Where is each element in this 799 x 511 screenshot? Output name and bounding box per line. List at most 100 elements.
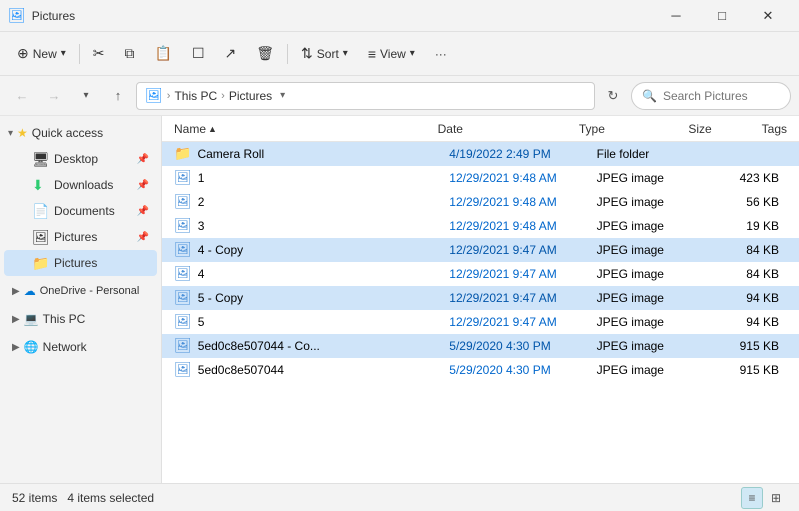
path-pictures: Pictures bbox=[229, 89, 272, 103]
file-size-cell: 56 KB bbox=[707, 195, 783, 209]
col-header-tags[interactable]: Tags bbox=[758, 122, 791, 136]
toolbar: ⊕ New ▾ ✂ ⧉ 📋 ☐ ↗ 🗑 ⇅ Sort ▾ ≡ View ▾ ··… bbox=[0, 32, 799, 76]
file-name-text: Camera Roll bbox=[197, 147, 264, 161]
quick-access-section: ▾ ★ Quick access 🖥 Desktop 📌 ⬇ Downloads… bbox=[0, 120, 161, 276]
search-input[interactable] bbox=[663, 89, 799, 103]
refresh-button[interactable]: ↻ bbox=[599, 82, 627, 110]
file-name-text: 5 bbox=[198, 315, 205, 329]
column-headers: Name ▲ Date Type Size Tags bbox=[162, 116, 799, 142]
documents-icon: 📄 bbox=[32, 203, 48, 220]
network-label: Network bbox=[43, 340, 87, 354]
table-row[interactable]: 🖼 5ed0c8e507044 - Co... 5/29/2020 4:30 P… bbox=[162, 334, 799, 358]
address-path[interactable]: 🖼 › This PC › Pictures ▾ bbox=[136, 82, 595, 110]
file-icon: 🖼 bbox=[174, 313, 192, 330]
address-bar: ← → ▾ ↑ 🖼 › This PC › Pictures ▾ ↻ 🔍 bbox=[0, 76, 799, 116]
cut-button[interactable]: ✂ bbox=[84, 38, 114, 70]
table-row[interactable]: 🖼 4 12/29/2021 9:47 AM JPEG image 84 KB bbox=[162, 262, 799, 286]
sidebar: ▾ ★ Quick access 🖥 Desktop 📌 ⬇ Downloads… bbox=[0, 116, 162, 483]
quick-access-star-icon: ★ bbox=[17, 126, 28, 140]
new-label: New bbox=[33, 47, 57, 61]
network-icon: 🌐 bbox=[24, 340, 39, 354]
file-name-text: 5ed0c8e507044 bbox=[198, 363, 284, 377]
col-type-label: Type bbox=[579, 122, 605, 136]
file-name-cell: 🖼 5ed0c8e507044 bbox=[170, 361, 445, 378]
file-date-cell: 12/29/2021 9:47 AM bbox=[445, 291, 592, 305]
path-folder-icon: 🖼 bbox=[145, 87, 163, 104]
back-button[interactable]: ← bbox=[8, 82, 36, 110]
share-button[interactable]: ↗ bbox=[216, 38, 246, 70]
title-bar: 🖼 Pictures ─ □ ✕ bbox=[0, 0, 799, 32]
sort-button[interactable]: ⇅ Sort ▾ bbox=[292, 38, 357, 70]
table-row[interactable]: 🖼 5ed0c8e507044 5/29/2020 4:30 PM JPEG i… bbox=[162, 358, 799, 382]
file-size-cell: 915 KB bbox=[707, 363, 783, 377]
minimize-button[interactable]: ─ bbox=[653, 0, 699, 32]
downloads-label: Downloads bbox=[54, 178, 131, 192]
col-header-type[interactable]: Type bbox=[575, 122, 685, 136]
file-list: Name ▲ Date Type Size Tags 📁 Camera Roll… bbox=[162, 116, 799, 483]
paste-button[interactable]: 📋 bbox=[146, 38, 181, 70]
delete-button[interactable]: 🗑 bbox=[247, 38, 283, 70]
quick-access-header[interactable]: ▾ ★ Quick access bbox=[0, 120, 161, 146]
table-row[interactable]: 🖼 5 12/29/2021 9:47 AM JPEG image 94 KB bbox=[162, 310, 799, 334]
file-date-cell: 12/29/2021 9:48 AM bbox=[445, 171, 592, 185]
network-header[interactable]: ▶ 🌐 Network bbox=[0, 334, 161, 360]
file-name-cell: 🖼 4 - Copy bbox=[170, 241, 445, 258]
view-chevron-icon: ▾ bbox=[410, 48, 415, 59]
file-name-text: 4 bbox=[198, 267, 205, 281]
sort-icon: ⇅ bbox=[301, 45, 313, 62]
up-button[interactable]: ↑ bbox=[104, 82, 132, 110]
col-header-size[interactable]: Size bbox=[684, 122, 757, 136]
table-row[interactable]: 📁 Camera Roll 4/19/2022 2:49 PM File fol… bbox=[162, 142, 799, 166]
file-icon: 🖼 bbox=[174, 337, 192, 354]
sidebar-item-desktop[interactable]: 🖥 Desktop 📌 bbox=[4, 146, 157, 172]
col-tags-label: Tags bbox=[762, 122, 787, 136]
tiles-view-button[interactable]: ⊞ bbox=[765, 487, 787, 509]
downloads-icon: ⬇ bbox=[32, 177, 48, 194]
file-type-cell: JPEG image bbox=[593, 267, 707, 281]
sidebar-item-documents[interactable]: 📄 Documents 📌 bbox=[4, 198, 157, 224]
toolbar-separator-1 bbox=[79, 44, 80, 64]
desktop-pin-icon: 📌 bbox=[137, 154, 149, 165]
table-row[interactable]: 🖼 2 12/29/2021 9:48 AM JPEG image 56 KB bbox=[162, 190, 799, 214]
forward-button[interactable]: → bbox=[40, 82, 68, 110]
maximize-button[interactable]: □ bbox=[699, 0, 745, 32]
window-controls: ─ □ ✕ bbox=[653, 0, 791, 32]
col-header-name[interactable]: Name ▲ bbox=[170, 122, 434, 136]
table-row[interactable]: 🖼 5 - Copy 12/29/2021 9:47 AM JPEG image… bbox=[162, 286, 799, 310]
onedrive-section: ▶ ☁ OneDrive - Personal bbox=[0, 278, 161, 304]
pictures1-label: Pictures bbox=[54, 230, 131, 244]
file-name-cell: 🖼 5 - Copy bbox=[170, 289, 445, 306]
table-row[interactable]: 🖼 1 12/29/2021 9:48 AM JPEG image 423 KB bbox=[162, 166, 799, 190]
onedrive-header[interactable]: ▶ ☁ OneDrive - Personal bbox=[0, 278, 161, 304]
view-button[interactable]: ≡ View ▾ bbox=[359, 38, 424, 70]
table-row[interactable]: 🖼 4 - Copy 12/29/2021 9:47 AM JPEG image… bbox=[162, 238, 799, 262]
copy-button[interactable]: ⧉ bbox=[116, 38, 144, 70]
thispc-header[interactable]: ▶ 💻 This PC bbox=[0, 306, 161, 332]
sidebar-item-downloads[interactable]: ⬇ Downloads 📌 bbox=[4, 172, 157, 198]
col-header-date[interactable]: Date bbox=[434, 122, 575, 136]
sidebar-item-pictures2[interactable]: 📁 Pictures bbox=[4, 250, 157, 276]
file-name-text: 3 bbox=[198, 219, 205, 233]
status-bar: 52 items 4 items selected ≡ ⊞ bbox=[0, 483, 799, 511]
sort-chevron-icon: ▾ bbox=[343, 48, 348, 59]
sidebar-item-pictures1[interactable]: 🖼 Pictures 📌 bbox=[4, 224, 157, 250]
path-expand-icon: ▾ bbox=[280, 90, 285, 101]
file-icon: 🖼 bbox=[174, 217, 192, 234]
thispc-label: This PC bbox=[43, 312, 86, 326]
details-view-button[interactable]: ≡ bbox=[741, 487, 763, 509]
close-button[interactable]: ✕ bbox=[745, 0, 791, 32]
recent-button[interactable]: ▾ bbox=[72, 82, 100, 110]
network-section: ▶ 🌐 Network bbox=[0, 334, 161, 360]
file-icon: 🖼 bbox=[174, 193, 192, 210]
pictures2-label: Pictures bbox=[54, 256, 149, 270]
table-row[interactable]: 🖼 3 12/29/2021 9:48 AM JPEG image 19 KB bbox=[162, 214, 799, 238]
more-button[interactable]: ··· bbox=[426, 38, 456, 70]
file-name-cell: 🖼 4 bbox=[170, 265, 445, 282]
col-name-label: Name bbox=[174, 122, 206, 136]
new-button[interactable]: ⊕ New ▾ bbox=[8, 38, 75, 70]
pictures2-icon: 📁 bbox=[32, 255, 48, 272]
search-box[interactable]: 🔍 bbox=[631, 82, 791, 110]
rename-button[interactable]: ☐ bbox=[183, 38, 214, 70]
toolbar-separator-2 bbox=[287, 44, 288, 64]
file-type-cell: JPEG image bbox=[593, 291, 707, 305]
